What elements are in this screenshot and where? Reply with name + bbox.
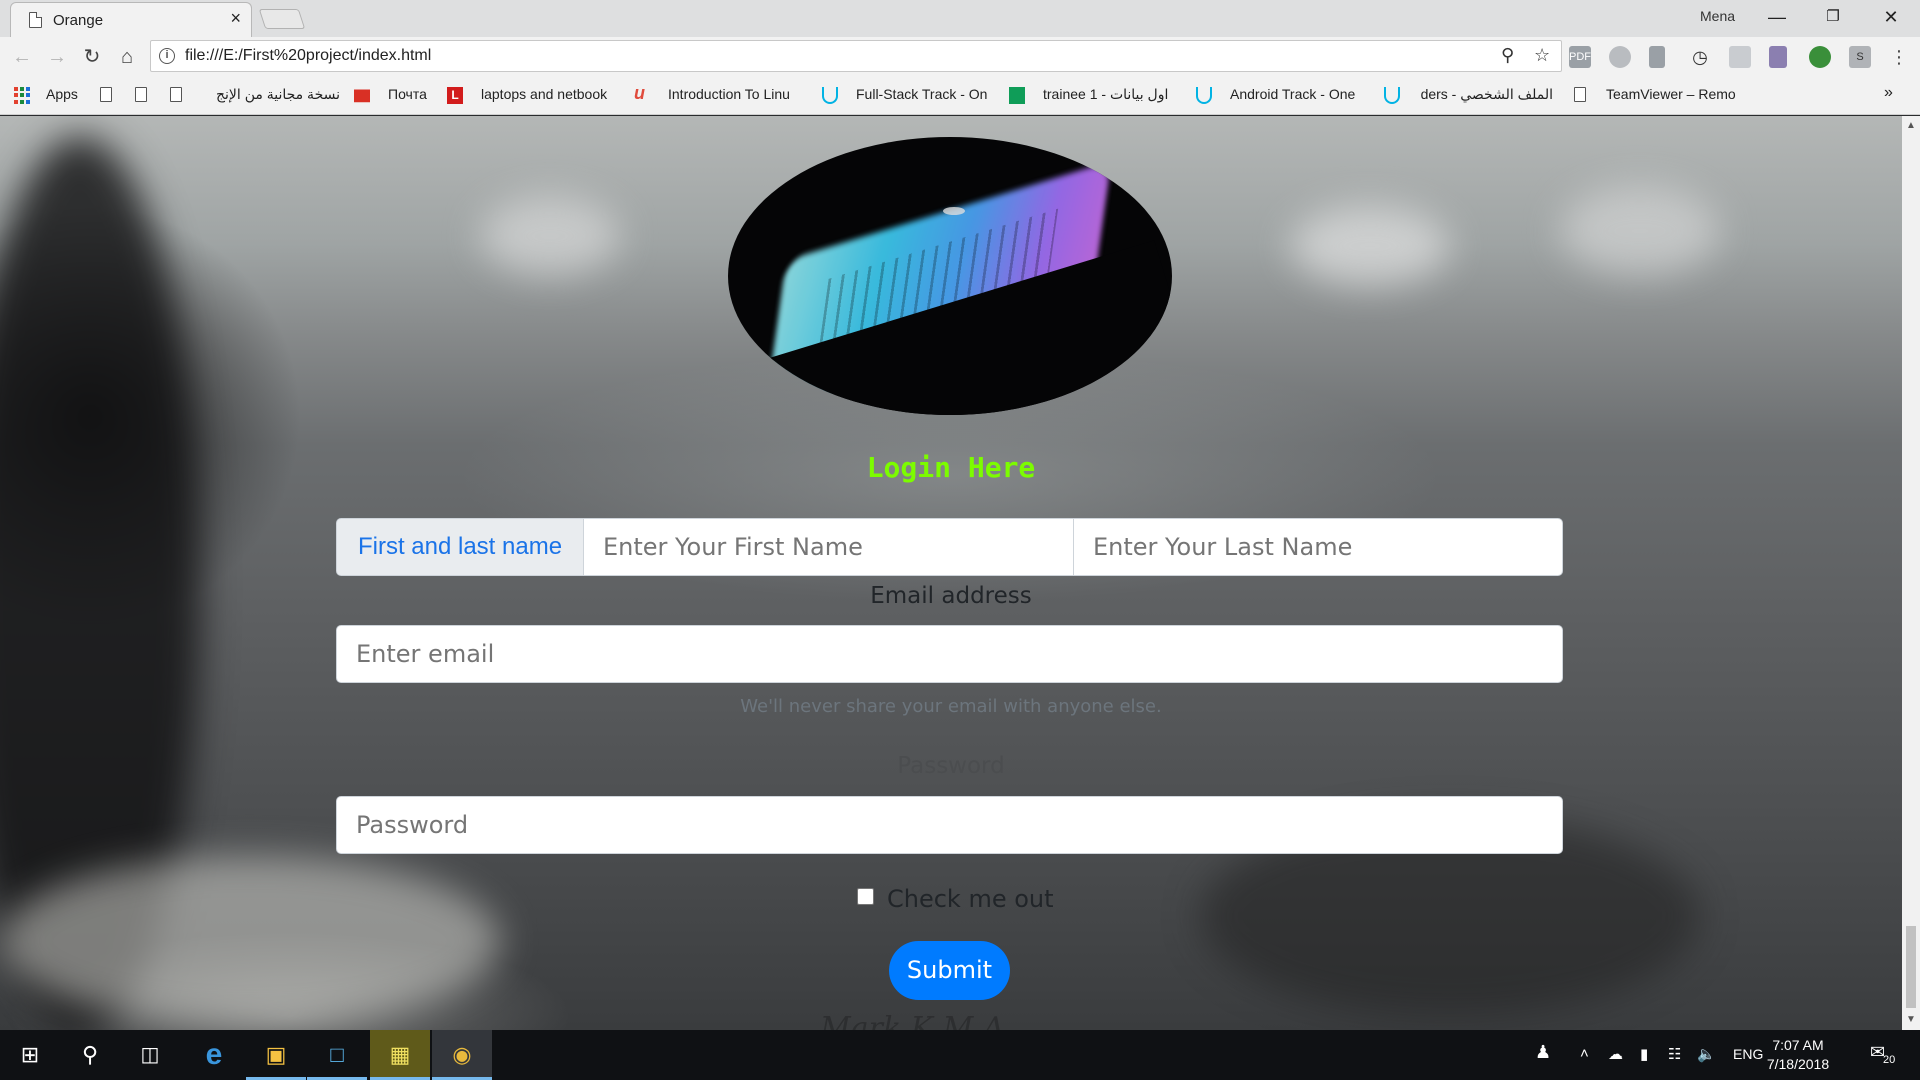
home-button[interactable]: ⌂ — [113, 43, 141, 71]
bookmark-item[interactable]: Full-Stack Track - On — [856, 86, 991, 102]
profile-name[interactable]: Mena — [1700, 8, 1735, 24]
browser-tab-bar: Orange × Mena — ❐ ✕ — [0, 0, 1920, 37]
more-bookmarks-button[interactable]: » — [1884, 84, 1893, 102]
print-extension-icon[interactable] — [1769, 46, 1787, 68]
bookmark-apps[interactable]: Apps — [46, 86, 78, 102]
chrome-icon[interactable]: ◉ — [432, 1030, 492, 1080]
checkbox-row: Check me out — [857, 884, 1054, 914]
udacity-icon — [1196, 87, 1212, 104]
battery-icon[interactable]: ▮ — [1640, 1045, 1648, 1063]
checkbox-label[interactable]: Check me out — [887, 885, 1054, 913]
apps-icon[interactable] — [14, 87, 31, 104]
page-scrollbar[interactable]: ▲ ▼ — [1902, 116, 1920, 1030]
zoom-icon[interactable]: ⚲ — [1501, 45, 1514, 66]
bookmark-item[interactable]: نسخة مجانية من الإنج — [200, 86, 340, 103]
name-input-group: First and last name — [336, 518, 1563, 576]
gear-extension-icon[interactable] — [1729, 46, 1751, 68]
page-icon[interactable] — [100, 87, 112, 102]
scroll-up-icon[interactable]: ▲ — [1906, 120, 1916, 131]
submit-button[interactable]: Submit — [889, 941, 1010, 1000]
menu-icon[interactable]: ⋮ — [1885, 43, 1913, 71]
bookmark-item[interactable]: laptops and netbook — [481, 86, 615, 102]
u-icon: u — [634, 83, 645, 103]
scroll-thumb[interactable] — [1906, 926, 1916, 1008]
close-tab-icon[interactable]: × — [230, 8, 241, 29]
bookmark-item[interactable]: Android Track - One — [1230, 86, 1364, 102]
globe-extension-icon[interactable] — [1809, 46, 1831, 68]
forward-button[interactable]: → — [43, 43, 71, 71]
bookmarks-bar: Apps نسخة مجانية من الإنج Почта L laptop… — [0, 77, 1920, 115]
pdf-extension-icon[interactable]: PDF — [1569, 46, 1591, 68]
chevron-up-icon[interactable]: ˄ — [1580, 1045, 1589, 1062]
clock[interactable]: 7:07 AM 7/18/2018 — [1756, 1036, 1840, 1074]
first-name-input[interactable] — [584, 518, 1074, 576]
browser-toolbar: ← → ↻ ⌂ i file:///E:/First%20project/ind… — [0, 37, 1920, 77]
volume-icon[interactable]: 🔈 — [1697, 1045, 1716, 1063]
restore-button[interactable]: ❐ — [1808, 4, 1858, 30]
network-icon[interactable]: ☷ — [1668, 1045, 1681, 1063]
edge-icon[interactable]: e — [184, 1030, 244, 1080]
clock-time: 7:07 AM — [1772, 1037, 1824, 1053]
sheets-icon — [1009, 87, 1025, 104]
background-blur — [1290, 206, 1450, 286]
s-extension-icon[interactable]: S — [1849, 46, 1871, 68]
people-icon[interactable]: ♟ — [1535, 1042, 1551, 1063]
scroll-down-icon[interactable]: ▼ — [1906, 1014, 1916, 1025]
search-icon[interactable]: ⚲ — [60, 1030, 120, 1080]
hero-laptop-image — [728, 137, 1172, 415]
page-icon[interactable] — [135, 87, 147, 102]
page-icon — [1574, 87, 1586, 102]
background-blur — [1560, 186, 1720, 276]
udacity-icon — [1384, 87, 1400, 104]
background-blur — [0, 856, 500, 1026]
task-view-icon[interactable]: ◫ — [120, 1030, 180, 1080]
file-explorer-icon[interactable]: ▣ — [246, 1030, 306, 1080]
url-text[interactable]: file:///E:/First%20project/index.html — [185, 47, 431, 65]
minimize-button[interactable]: — — [1752, 4, 1802, 30]
email-label: Email address — [870, 583, 1032, 609]
watermark-logo: Mark K.M.A — [820, 1011, 1005, 1030]
bookmark-item[interactable]: trainee 1 - اول بيانات — [1043, 86, 1178, 103]
tab-title: Orange — [53, 12, 104, 29]
background-blur — [480, 196, 620, 276]
notifications-count: 20 — [1883, 1054, 1896, 1066]
info-icon[interactable]: i — [159, 48, 175, 64]
close-window-button[interactable]: ✕ — [1866, 4, 1916, 30]
page-icon — [170, 87, 182, 102]
last-name-input[interactable] — [1074, 518, 1563, 576]
onedrive-icon[interactable]: ☁ — [1608, 1045, 1623, 1063]
email-field[interactable] — [336, 625, 1563, 683]
address-bar[interactable]: i file:///E:/First%20project/index.html … — [150, 40, 1562, 72]
bookmark-item[interactable]: Почта — [388, 86, 436, 102]
windows-start-icon[interactable]: ⊞ — [0, 1030, 60, 1080]
extension-icon[interactable] — [1609, 46, 1631, 68]
app-icon[interactable]: □ — [307, 1030, 367, 1080]
windows-taskbar: ⊞ ⚲ ◫ e ▣ □ ▦ ◉ ♟ ˄ ☁ ▮ ☷ 🔈 ENG 7:07 AM … — [0, 1030, 1920, 1080]
udacity-icon — [822, 87, 838, 104]
speed-extension-icon[interactable]: ◷ — [1689, 46, 1711, 68]
reload-button[interactable]: ↻ — [78, 43, 106, 71]
mail-icon — [354, 89, 370, 103]
clock-date: 7/18/2018 — [1766, 1056, 1830, 1072]
password-field[interactable] — [336, 796, 1563, 854]
page-title: Login Here — [866, 451, 1036, 484]
browser-tab[interactable]: Orange × — [10, 2, 252, 37]
back-button[interactable]: ← — [8, 43, 36, 71]
bookmark-item[interactable]: TeamViewer – Remo — [1606, 86, 1741, 102]
page-icon — [29, 12, 42, 28]
new-tab-button[interactable] — [258, 9, 306, 29]
name-label: First and last name — [336, 518, 584, 576]
check-me-out-checkbox[interactable] — [857, 887, 874, 905]
l-icon: L — [447, 87, 463, 104]
bookmark-extension-icon[interactable] — [1649, 46, 1665, 68]
page-viewport: Login Here First and last name Email add… — [0, 116, 1902, 1030]
bookmark-item[interactable]: Introduction To Linu — [668, 86, 803, 102]
media-app-icon[interactable]: ▦ — [370, 1030, 430, 1080]
apple-logo-icon — [943, 207, 965, 215]
email-help-text: We'll never share your email with anyone… — [740, 696, 1162, 717]
password-label: Password — [897, 753, 1005, 779]
bookmark-item[interactable]: الملف الشخصي - ders — [1418, 86, 1553, 103]
bookmark-star-icon[interactable]: ☆ — [1534, 45, 1550, 66]
